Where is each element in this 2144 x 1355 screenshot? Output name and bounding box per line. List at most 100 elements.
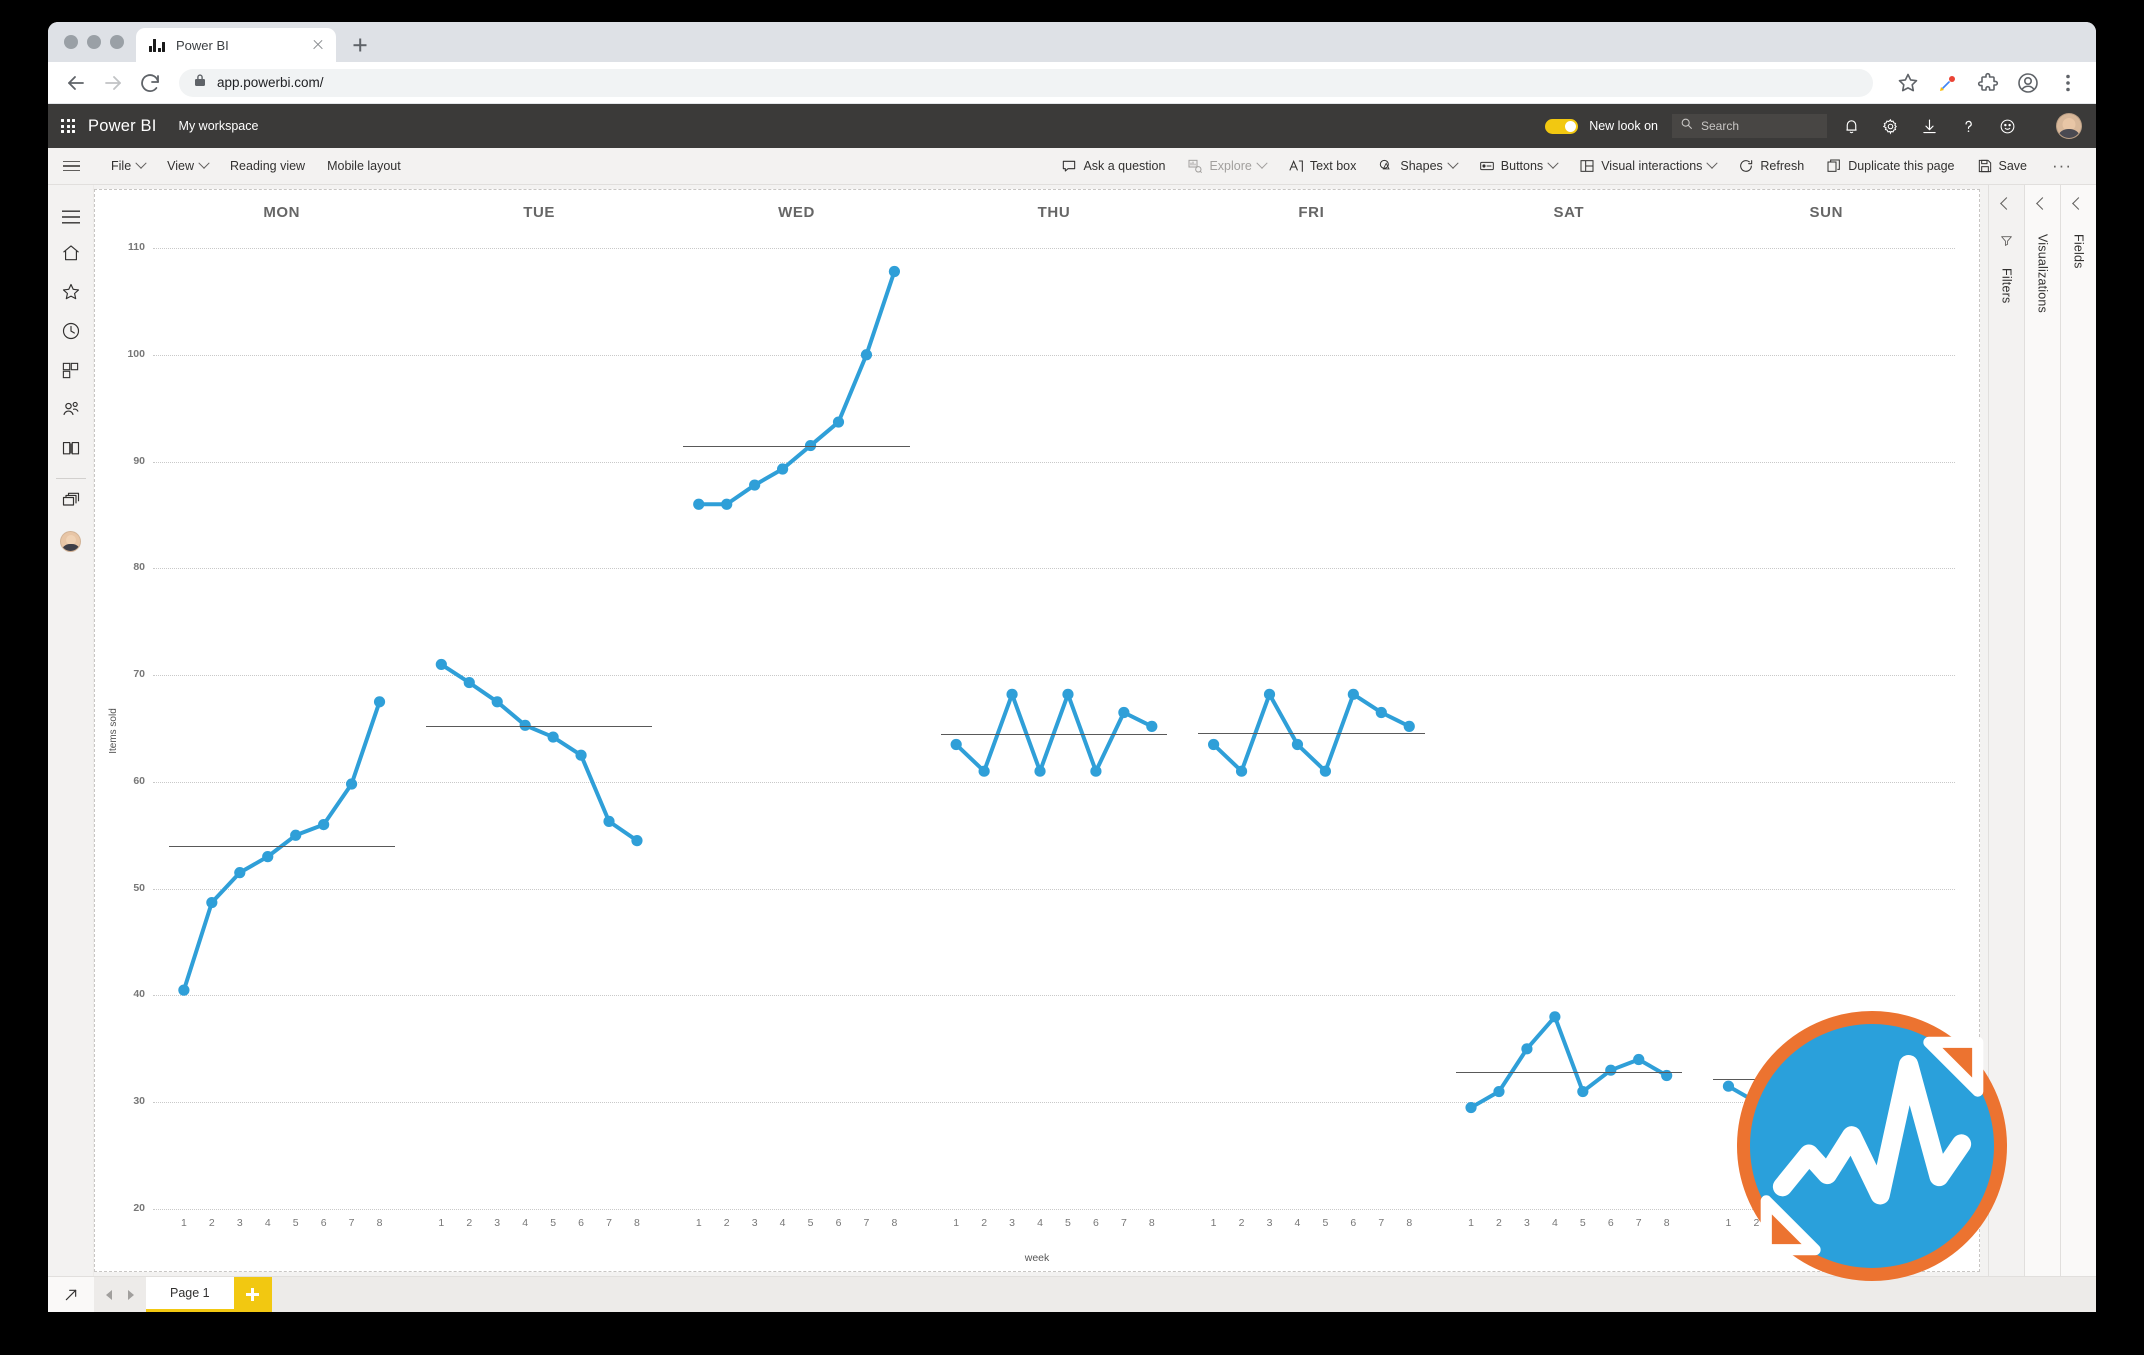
next-page-icon[interactable]: [120, 1277, 142, 1313]
powerbi-brand[interactable]: Power BI: [88, 117, 157, 136]
data-point[interactable]: [206, 896, 218, 909]
data-point[interactable]: [1291, 738, 1304, 751]
data-point[interactable]: [178, 984, 190, 996]
ribbon-item-reading-view[interactable]: Reading view: [219, 148, 316, 185]
sidebar-item-learn[interactable]: [48, 431, 94, 470]
notifications-icon[interactable]: [1843, 118, 1860, 135]
prev-page-icon[interactable]: [98, 1277, 120, 1313]
minimize-window-button[interactable]: [87, 35, 101, 49]
data-point[interactable]: [721, 498, 733, 510]
ribbon-item-ask-a-question[interactable]: Ask a question: [1050, 148, 1176, 185]
browser-tab[interactable]: Power BI: [136, 28, 336, 62]
sidebar-item-workspaces[interactable]: [48, 483, 94, 522]
data-point[interactable]: [318, 819, 330, 831]
back-arrow-icon[interactable]: [64, 71, 88, 95]
new-look-toggle[interactable]: New look on: [1545, 118, 1658, 134]
data-point[interactable]: [1034, 765, 1046, 777]
panel-fields[interactable]: Fields: [2060, 185, 2096, 1276]
data-point[interactable]: [547, 731, 559, 743]
data-point[interactable]: [234, 867, 246, 879]
data-point[interactable]: [1577, 1085, 1589, 1098]
ribbon-item-visual-interactions[interactable]: Visual interactions: [1568, 148, 1727, 185]
ribbon-item-save[interactable]: Save: [1966, 148, 2039, 185]
ribbon-item-file[interactable]: File: [100, 148, 156, 185]
data-point[interactable]: [1263, 688, 1276, 700]
data-point[interactable]: [373, 696, 386, 708]
close-icon[interactable]: [309, 36, 327, 54]
data-point[interactable]: [950, 738, 962, 751]
expand-arrow-icon[interactable]: [48, 1277, 94, 1312]
data-point[interactable]: [463, 676, 475, 689]
address-bar[interactable]: app.powerbi.com/: [179, 68, 1873, 97]
data-point[interactable]: [1722, 1080, 1735, 1092]
collapse-chevron-icon[interactable]: [2072, 197, 2085, 210]
puzzle-icon[interactable]: [1976, 71, 2000, 95]
series-line-thu[interactable]: [954, 692, 1154, 774]
data-point[interactable]: [345, 778, 358, 790]
search-input[interactable]: Search: [1672, 114, 1827, 138]
data-point[interactable]: [1521, 1043, 1533, 1055]
report-canvas[interactable]: Items sold week 20 30 40 50 60 70 80 90 100 110 MON 1…: [94, 189, 2007, 1281]
data-point[interactable]: [832, 416, 845, 428]
data-point[interactable]: [1062, 688, 1074, 700]
data-point[interactable]: [631, 835, 643, 847]
data-point[interactable]: [1208, 738, 1220, 751]
data-point[interactable]: [575, 749, 587, 761]
user-avatar[interactable]: [2056, 113, 2082, 139]
star-icon[interactable]: [1896, 71, 1920, 95]
settings-icon[interactable]: [1882, 118, 1899, 135]
data-point[interactable]: [1403, 720, 1415, 732]
data-point[interactable]: [519, 719, 531, 731]
maximize-window-button[interactable]: [110, 35, 124, 49]
collapse-chevron-icon[interactable]: [2036, 197, 2049, 210]
ribbon-item-duplicate-page[interactable]: Duplicate this page: [1815, 148, 1965, 185]
data-point[interactable]: [1118, 706, 1130, 719]
sidebar-item-home[interactable]: [48, 236, 94, 275]
data-point[interactable]: [1146, 720, 1158, 732]
ribbon-item-refresh[interactable]: Refresh: [1727, 148, 1815, 185]
series-line-wed[interactable]: [696, 269, 897, 507]
data-point[interactable]: [860, 349, 873, 361]
ribbon-item-view[interactable]: View: [156, 148, 219, 185]
data-point[interactable]: [1549, 1011, 1561, 1023]
data-point[interactable]: [290, 829, 302, 841]
data-point[interactable]: [1605, 1064, 1617, 1076]
extensions-color-icon[interactable]: [1936, 71, 1960, 95]
app-launcher-icon[interactable]: [48, 104, 88, 148]
new-tab-button[interactable]: [346, 31, 374, 59]
ribbon-item-mobile-layout[interactable]: Mobile layout: [316, 148, 412, 185]
ribbon-item-buttons[interactable]: Buttons: [1468, 148, 1568, 185]
download-icon[interactable]: [1921, 118, 1938, 135]
data-point[interactable]: [262, 851, 274, 863]
sidebar-item-apps[interactable]: [48, 353, 94, 392]
data-point[interactable]: [1006, 688, 1018, 700]
data-point[interactable]: [1493, 1085, 1505, 1098]
nav-menu-icon[interactable]: [48, 197, 94, 236]
window-traffic-lights[interactable]: [58, 35, 136, 62]
data-point[interactable]: [776, 463, 789, 475]
panel-visualizations[interactable]: Visualizations: [2024, 185, 2060, 1276]
add-page-icon[interactable]: [233, 1277, 272, 1312]
data-point[interactable]: [1235, 765, 1248, 777]
profile-icon[interactable]: [2016, 71, 2040, 95]
data-point[interactable]: [435, 658, 447, 671]
page-tab-page-1[interactable]: Page 1: [146, 1277, 234, 1312]
series-line-tue[interactable]: [439, 662, 639, 843]
kebab-menu-icon[interactable]: [2056, 71, 2080, 95]
ribbon-item-text-box[interactable]: Text box: [1277, 148, 1368, 185]
forward-arrow-icon[interactable]: [101, 71, 125, 95]
sidebar-item-shared-with-me[interactable]: [48, 392, 94, 431]
collapse-chevron-icon[interactable]: [2000, 197, 2013, 210]
data-point[interactable]: [1347, 688, 1359, 700]
data-point[interactable]: [978, 765, 990, 777]
toggle-switch[interactable]: [1545, 118, 1579, 134]
ribbon-item-shapes[interactable]: Shapes: [1367, 148, 1467, 185]
data-point[interactable]: [491, 696, 503, 708]
ribbon-item-explore[interactable]: Explore: [1176, 148, 1276, 185]
data-point[interactable]: [1633, 1053, 1645, 1066]
data-point[interactable]: [1319, 765, 1332, 777]
data-point[interactable]: [749, 479, 761, 491]
workspace-name[interactable]: My workspace: [179, 119, 259, 133]
sidebar-item-favorites[interactable]: [48, 275, 94, 314]
small-multiples-line-chart[interactable]: Items sold week 20 30 40 50 60 70 80 90 100 110 MON 1…: [95, 190, 1979, 1271]
